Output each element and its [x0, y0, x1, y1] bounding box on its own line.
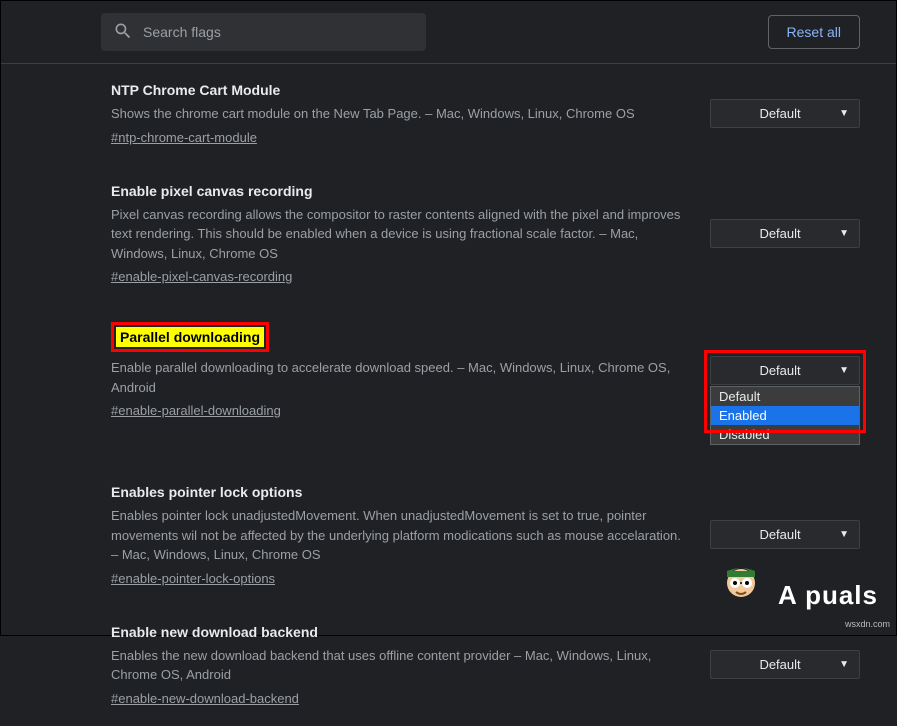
- search-icon: [113, 21, 143, 44]
- flag-select-value: Default: [721, 106, 839, 121]
- search-field-wrap[interactable]: [101, 13, 426, 51]
- flag-title: NTP Chrome Cart Module: [111, 82, 280, 98]
- flag-title: Enable pixel canvas recording: [111, 183, 313, 199]
- flags-list: NTP Chrome Cart Module Shows the chrome …: [1, 64, 896, 726]
- search-input[interactable]: [143, 24, 414, 40]
- flag-hash-link[interactable]: #ntp-chrome-cart-module: [111, 130, 257, 145]
- chevron-down-icon: ▼: [839, 659, 849, 670]
- dropdown-option-disabled[interactable]: Disabled: [711, 425, 859, 444]
- flag-text: Enables pointer lock options Enables poi…: [111, 484, 682, 586]
- flag-item: Enable new download backend Enables the …: [111, 606, 860, 726]
- chevron-down-icon: ▼: [839, 228, 849, 239]
- chevron-down-icon: ▼: [839, 108, 849, 119]
- flag-hash-link[interactable]: #enable-pointer-lock-options: [111, 571, 275, 586]
- flag-description: Enables pointer lock unadjustedMovement.…: [111, 506, 682, 565]
- chevron-down-icon: ▼: [839, 365, 849, 376]
- dropdown-option-default[interactable]: Default: [711, 387, 859, 406]
- flag-select-value: Default: [721, 363, 839, 378]
- source-watermark: wsxdn.com: [845, 619, 890, 629]
- annotation-highlight-box: Parallel downloading: [111, 322, 269, 352]
- flag-select-value: Default: [721, 226, 839, 241]
- flag-title: Enables pointer lock options: [111, 484, 302, 500]
- flag-select-value: Default: [721, 527, 839, 542]
- chevron-down-icon: ▼: [839, 529, 849, 540]
- brand-watermark: A puals: [778, 580, 878, 611]
- flag-description: Shows the chrome cart module on the New …: [111, 104, 682, 124]
- flag-text: Parallel downloading Enable parallel dow…: [111, 322, 682, 418]
- dropdown-option-enabled[interactable]: Enabled: [711, 406, 859, 425]
- flag-text: Enable pixel canvas recording Pixel canv…: [111, 183, 682, 285]
- flag-select[interactable]: Default ▼: [710, 650, 860, 679]
- flag-text: NTP Chrome Cart Module Shows the chrome …: [111, 82, 682, 145]
- flag-description: Enable parallel downloading to accelerat…: [111, 358, 682, 397]
- flag-hash-link[interactable]: #enable-parallel-downloading: [111, 403, 281, 418]
- flag-select-value: Default: [721, 657, 839, 672]
- flag-hash-link[interactable]: #enable-new-download-backend: [111, 691, 299, 706]
- flag-select[interactable]: Default ▼ Default Enabled Disabled: [710, 356, 860, 385]
- flag-select[interactable]: Default ▼: [710, 99, 860, 128]
- flag-description: Enables the new download backend that us…: [111, 646, 682, 685]
- flag-item: Enable pixel canvas recording Pixel canv…: [111, 165, 860, 305]
- flag-title: Parallel downloading: [116, 327, 264, 347]
- flag-item: NTP Chrome Cart Module Shows the chrome …: [111, 64, 860, 165]
- flag-select[interactable]: Default ▼: [710, 219, 860, 248]
- flag-item-parallel-downloading: Parallel downloading Enable parallel dow…: [111, 304, 860, 438]
- flag-title: Enable new download backend: [111, 624, 318, 640]
- flag-description: Pixel canvas recording allows the compos…: [111, 205, 682, 264]
- flag-select[interactable]: Default ▼: [710, 520, 860, 549]
- mascot-icon: [716, 563, 766, 613]
- flag-select-dropdown: Default Enabled Disabled: [710, 386, 860, 445]
- flag-hash-link[interactable]: #enable-pixel-canvas-recording: [111, 269, 292, 284]
- reset-all-button[interactable]: Reset all: [768, 15, 860, 49]
- top-bar: Reset all: [1, 1, 896, 64]
